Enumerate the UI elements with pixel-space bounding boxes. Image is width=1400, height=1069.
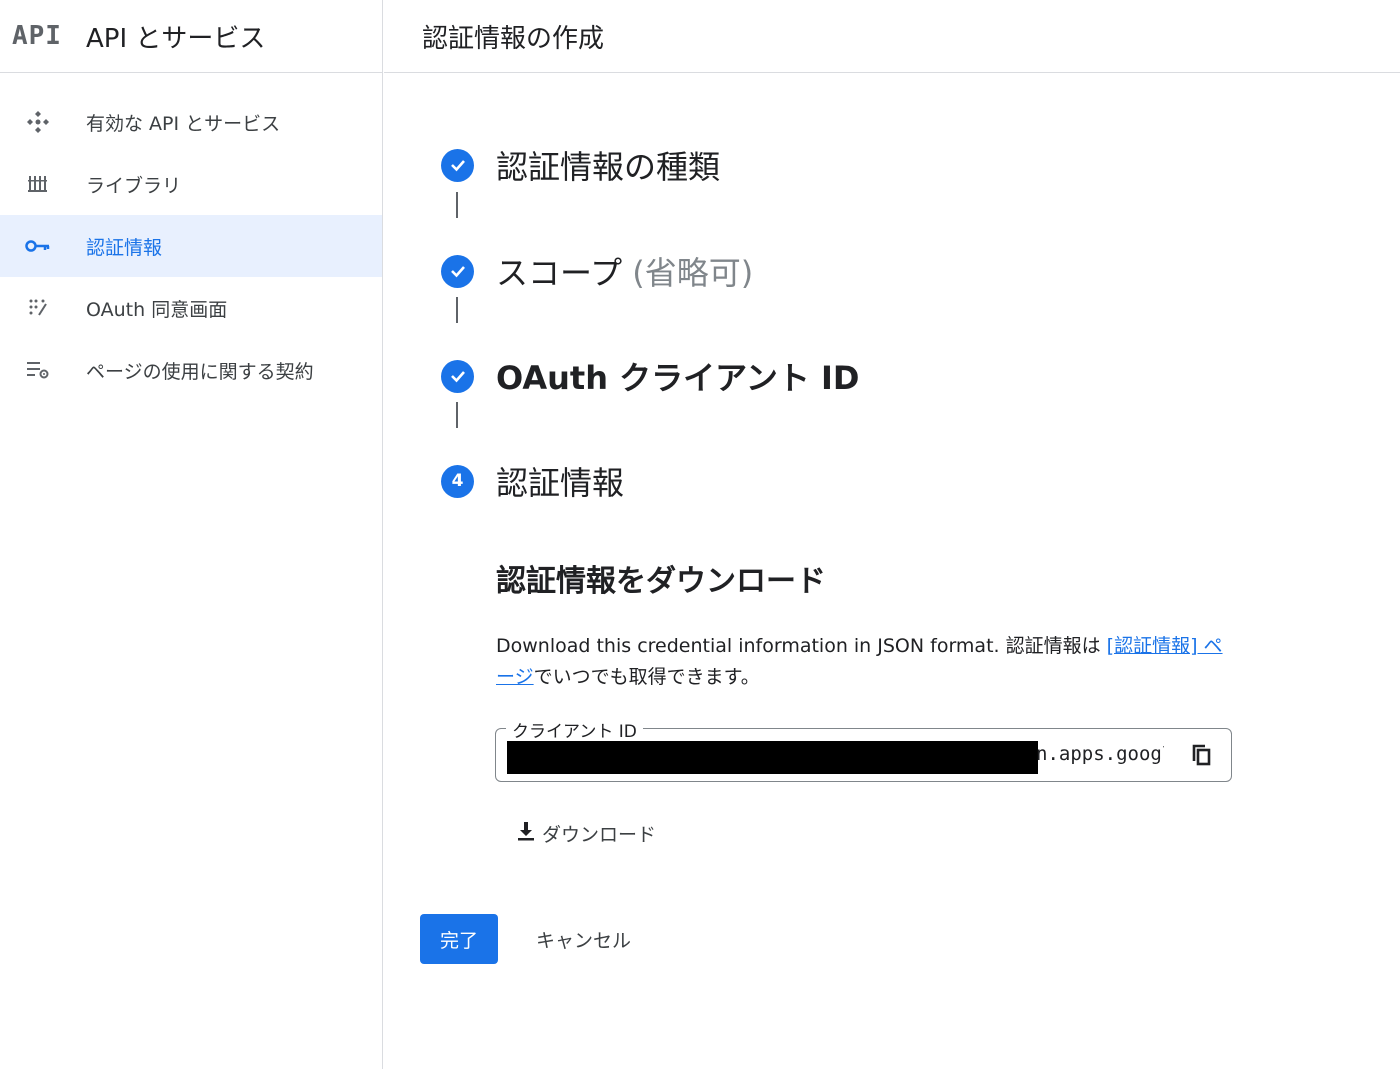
step-optional-tag: (省略可): [632, 254, 754, 292]
done-button[interactable]: 完了: [420, 914, 498, 964]
step-scope[interactable]: スコープ (省略可): [441, 248, 753, 294]
api-logo: API: [12, 21, 62, 51]
consent-screen-icon: [18, 297, 58, 319]
key-icon: [18, 238, 58, 254]
step-connector: [456, 297, 458, 323]
page-header: 認証情報の作成: [384, 0, 1400, 73]
sidebar-nav: 有効な API とサービス ライブラリ 認証情報 OAuth 同意画面 ページの…: [0, 73, 382, 401]
sidebar-item-enabled-apis[interactable]: 有効な API とサービス: [0, 91, 382, 153]
desc-suffix: でいつでも取得できます。: [533, 666, 760, 688]
library-icon: [18, 172, 58, 196]
step-label-main: スコープ: [496, 254, 623, 292]
step-connector: [456, 402, 458, 428]
redacted-block: [507, 741, 1038, 774]
sidebar-item-label: OAuth 同意画面: [86, 298, 228, 321]
desc-prefix: Download this credential information in …: [496, 635, 1107, 657]
sidebar-item-label: ページの使用に関する契約: [86, 360, 314, 383]
download-button-label: ダウンロード: [542, 823, 657, 846]
client-id-value: n.apps.googleusercontent.com: [1036, 743, 1164, 765]
sidebar-item-label: 有効な API とサービス: [86, 112, 281, 135]
check-icon: [441, 359, 474, 393]
check-icon: [441, 148, 474, 182]
step-label: 認証情報: [496, 464, 625, 502]
sidebar-item-label: 認証情報: [86, 236, 163, 259]
step-oauth-client-id[interactable]: OAuth クライアント ID: [441, 353, 859, 399]
settings-list-icon: [18, 359, 58, 381]
sidebar-item-page-usage-agreements[interactable]: ページの使用に関する契約: [0, 339, 382, 401]
app-root: API API とサービス 有効な API とサービス ライブラリ 認証情報 O…: [0, 0, 1400, 1069]
step-connector: [456, 192, 458, 218]
step-number-badge: 4: [441, 464, 474, 498]
sidebar-title: API とサービス: [86, 23, 266, 54]
copy-icon[interactable]: [1187, 741, 1217, 771]
sidebar-item-library[interactable]: ライブラリ: [0, 153, 382, 215]
sidebar-item-oauth-consent[interactable]: OAuth 同意画面: [0, 277, 382, 339]
check-icon: [441, 254, 474, 288]
sidebar-item-label: ライブラリ: [86, 174, 182, 197]
step-credentials: 4 認証情報: [441, 458, 624, 504]
step-label: 認証情報の種類: [496, 148, 721, 186]
sidebar: API API とサービス 有効な API とサービス ライブラリ 認証情報 O…: [0, 0, 383, 1069]
api-diamond-icon: [18, 109, 58, 135]
download-description: Download this credential information in …: [496, 631, 1236, 693]
cancel-button[interactable]: キャンセル: [524, 914, 643, 964]
download-section-title: 認証情報をダウンロード: [496, 564, 826, 599]
download-icon: [514, 819, 538, 847]
download-button[interactable]: ダウンロード: [514, 815, 656, 851]
step-credential-type[interactable]: 認証情報の種類: [441, 142, 720, 188]
sidebar-header: API API とサービス: [0, 0, 382, 73]
client-id-field[interactable]: クライアント ID n.apps.googleusercontent.com: [495, 717, 1232, 782]
step-label: OAuth クライアント ID: [496, 359, 860, 397]
page-title: 認証情報の作成: [422, 23, 605, 54]
client-id-label: クライアント ID: [506, 717, 643, 742]
sidebar-item-credentials[interactable]: 認証情報: [0, 215, 382, 277]
step-label: スコープ (省略可): [496, 248, 753, 294]
